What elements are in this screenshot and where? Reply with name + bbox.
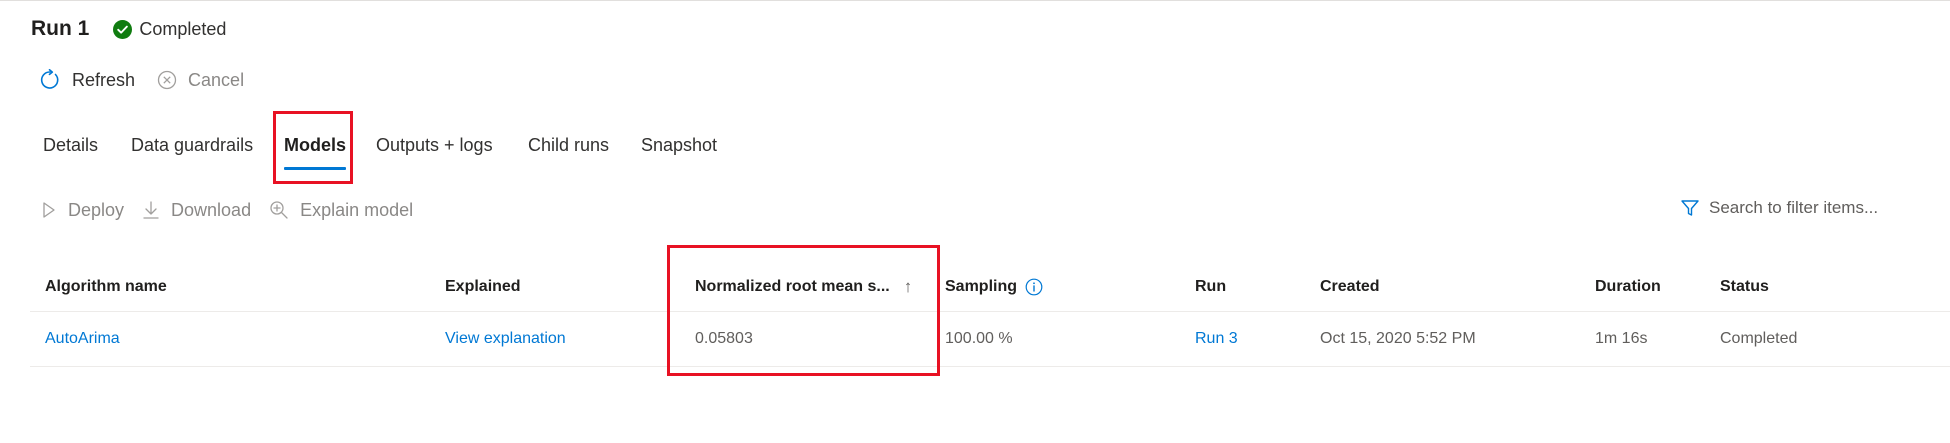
duration-value: 1m 16s xyxy=(1595,330,1648,347)
play-icon xyxy=(43,202,55,218)
column-header-run[interactable]: Run xyxy=(1195,262,1226,311)
info-icon[interactable] xyxy=(1025,278,1043,296)
download-button[interactable]: Download xyxy=(142,200,251,221)
search-placeholder: Search to filter items... xyxy=(1709,198,1879,217)
refresh-label: Refresh xyxy=(72,69,136,90)
column-header-created[interactable]: Created xyxy=(1320,262,1380,311)
filter-icon xyxy=(1681,200,1699,216)
check-circle-icon xyxy=(113,19,133,39)
cancel-circle-icon xyxy=(157,70,177,90)
status-value: Completed xyxy=(1720,330,1798,347)
column-header-explained[interactable]: Explained xyxy=(445,262,521,311)
cancel-label: Cancel xyxy=(188,69,245,90)
tab-details[interactable]: Details xyxy=(43,132,98,170)
top-border xyxy=(0,0,1950,1)
download-label: Download xyxy=(171,199,252,220)
run-link[interactable]: Run 3 xyxy=(1195,312,1238,366)
sampling-value: 100.00 % xyxy=(945,330,1013,347)
metric-column-highlight xyxy=(667,245,940,376)
column-header-status[interactable]: Status xyxy=(1720,262,1769,311)
column-header-sampling[interactable]: Sampling xyxy=(945,262,1043,311)
search-filter[interactable]: Search to filter items... xyxy=(1680,195,1878,221)
refresh-button[interactable]: Refresh xyxy=(39,69,135,91)
tab-snapshot[interactable]: Snapshot xyxy=(641,132,717,170)
models-toolbar: Deploy Download Explain model xyxy=(41,197,431,223)
tab-child-runs[interactable]: Child runs xyxy=(528,132,609,170)
refresh-icon xyxy=(40,69,59,89)
deploy-button[interactable]: Deploy xyxy=(41,200,124,221)
algorithm-link[interactable]: AutoArima xyxy=(45,312,120,366)
explain-model-button[interactable]: Explain model xyxy=(269,200,413,221)
download-icon xyxy=(143,201,159,219)
table-header-row: Algorithm name Explained Normalized root… xyxy=(30,262,1950,312)
models-table: Algorithm name Explained Normalized root… xyxy=(30,262,1950,367)
zoom-in-icon xyxy=(270,201,288,219)
command-bar: Refresh Cancel xyxy=(39,67,266,93)
status-text: Completed xyxy=(139,18,227,39)
view-explanation-link[interactable]: View explanation xyxy=(445,312,566,366)
sampling-header-label: Sampling xyxy=(945,277,1018,295)
status-badge: Completed xyxy=(113,19,226,40)
run-header: Run 1 Completed xyxy=(31,14,226,44)
page-title: Run 1 xyxy=(31,17,90,40)
models-tab-highlight xyxy=(273,111,353,184)
created-value: Oct 15, 2020 5:52 PM xyxy=(1320,330,1476,347)
table-row[interactable]: AutoArima View explanation 0.05803 100.0… xyxy=(30,312,1950,367)
cancel-button[interactable]: Cancel xyxy=(157,70,244,91)
column-header-duration[interactable]: Duration xyxy=(1595,262,1661,311)
deploy-label: Deploy xyxy=(68,199,125,220)
tab-outputs-logs[interactable]: Outputs + logs xyxy=(376,132,493,170)
column-header-algorithm[interactable]: Algorithm name xyxy=(45,262,167,311)
tab-data-guardrails[interactable]: Data guardrails xyxy=(131,132,253,170)
explain-model-label: Explain model xyxy=(300,199,414,220)
